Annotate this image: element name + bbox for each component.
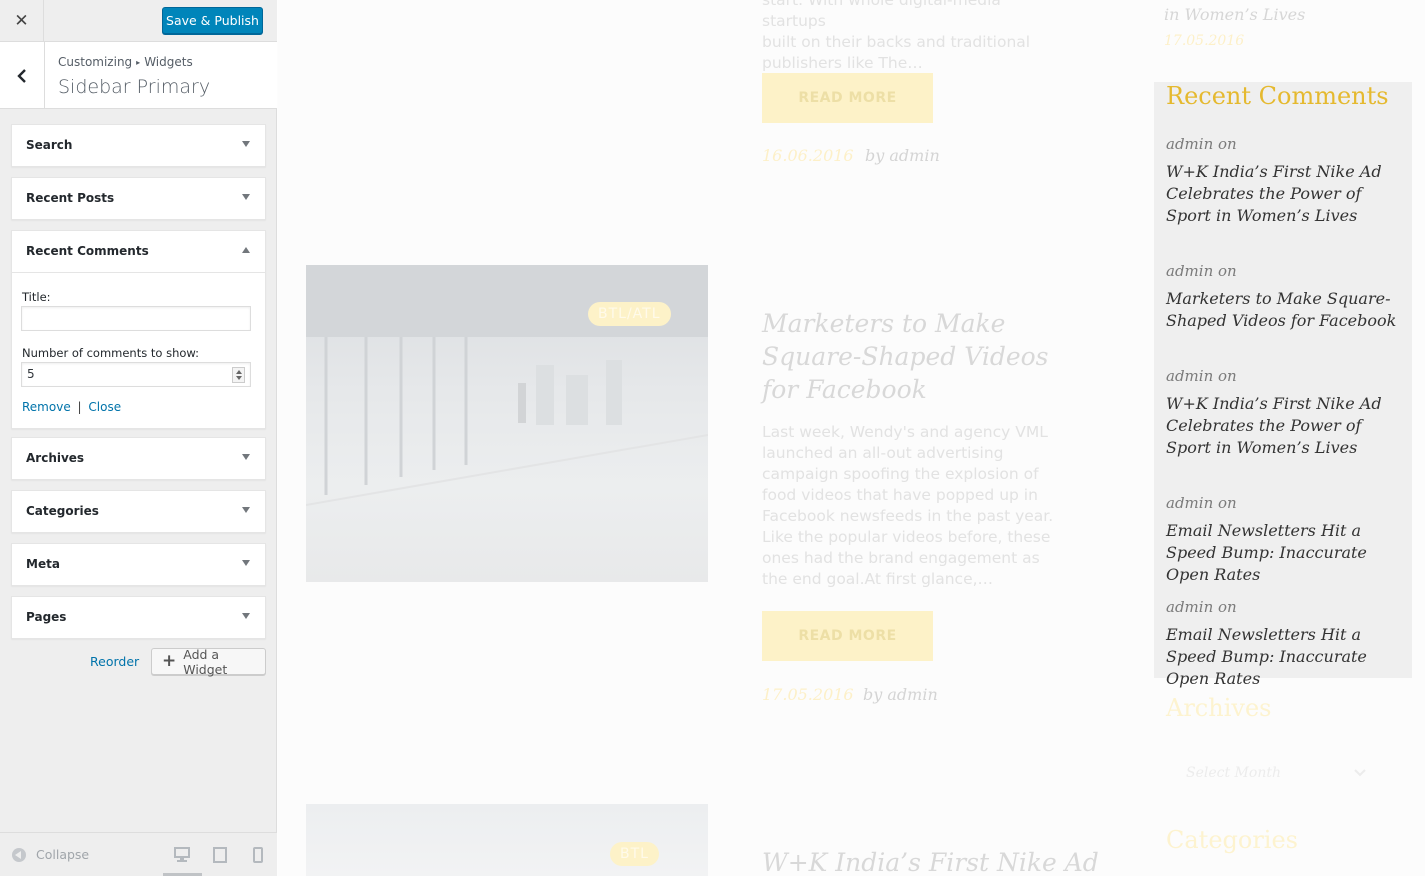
customizer-footer: Collapse (0, 832, 277, 876)
section-header: Customizing ▸ Widgets Sidebar Primary (0, 42, 277, 109)
widget-title: Search (26, 138, 73, 152)
excerpt-line: start. With whole digital-media startups (762, 0, 1001, 30)
sidebar-post-link[interactable]: in Women’s Lives (1164, 5, 1305, 24)
post1-excerpt: start. With whole digital-media startups… (762, 0, 1062, 74)
number-input[interactable]: 5 (21, 362, 251, 387)
breadcrumb-child: Widgets (144, 55, 193, 69)
collapse-arrow-icon (12, 847, 26, 862)
tablet-preview-icon[interactable] (213, 847, 227, 863)
comment-item: admin on Email Newsletters Hit a Speed B… (1166, 494, 1401, 586)
excerpt-line: built on their backs and traditional (762, 33, 1031, 51)
widget-meta[interactable]: Meta (11, 543, 266, 586)
comment-item: admin on W+K India’s First Nike Ad Celeb… (1166, 135, 1401, 227)
comment-meta: admin on (1166, 262, 1237, 280)
widget-recent-comments[interactable]: Recent Comments Title: Number of comment… (11, 230, 266, 429)
comment-item: admin on Email Newsletters Hit a Speed B… (1166, 598, 1401, 690)
close-link[interactable]: Close (88, 400, 121, 414)
breadcrumb: Customizing ▸ Widgets (58, 55, 193, 69)
read-more-button[interactable]: READ MORE (762, 73, 933, 123)
categories-title: Categories (1166, 826, 1298, 854)
comment-post-link[interactable]: Marketers to Make Square-Shaped Videos f… (1166, 288, 1401, 332)
plus-icon: + (162, 651, 177, 671)
widget-search[interactable]: Search (11, 124, 266, 167)
add-widget-button[interactable]: + Add a Widget (151, 646, 266, 677)
chevron-down-icon[interactable] (242, 141, 250, 147)
breadcrumb-root: Customizing (58, 55, 133, 69)
chevron-down-icon[interactable] (242, 507, 250, 513)
widget-title: Recent Comments (26, 244, 149, 258)
comment-meta: admin on (1166, 135, 1237, 153)
desktop-preview-icon[interactable] (174, 847, 190, 862)
comment-post-link[interactable]: Email Newsletters Hit a Speed Bump: Inac… (1166, 624, 1401, 690)
breadcrumb-separator-icon: ▸ (136, 58, 141, 67)
post-thumbnail[interactable]: BTL/ATL (306, 265, 708, 582)
widget-title: Pages (26, 610, 67, 624)
comment-post-link[interactable]: Email Newsletters Hit a Speed Bump: Inac… (1166, 520, 1401, 586)
action-separator: | (77, 400, 82, 414)
recent-comments-title: Recent Comments (1166, 82, 1389, 110)
number-value: 5 (27, 367, 35, 381)
chevron-left-icon (17, 68, 26, 83)
widget-form: Title: Number of comments to show: 5 Rem… (12, 272, 265, 428)
add-widget-label: Add a Widget (183, 646, 228, 677)
widget-recent-posts[interactable]: Recent Posts (11, 177, 266, 220)
mobile-preview-icon[interactable] (253, 847, 263, 863)
site-preview: start. With whole digital-media startups… (278, 0, 1425, 876)
section-title: Sidebar Primary (58, 76, 211, 98)
comment-post-link[interactable]: W+K India’s First Nike Ad Celebrates the… (1166, 393, 1401, 459)
close-customizer-button[interactable]: ✕ (0, 0, 44, 42)
chevron-down-icon[interactable] (242, 454, 250, 460)
customizer-panel: ✕ Save & Publish Customizing ▸ Widgets Sid… (0, 0, 277, 876)
chevron-up-icon[interactable] (242, 247, 250, 253)
post2-excerpt: Last week, Wendy's and agency VML launch… (762, 423, 1054, 588)
widget-archives[interactable]: Archives (11, 437, 266, 480)
widget-title: Categories (26, 504, 99, 518)
archives-title: Archives (1166, 694, 1272, 722)
collapse-button[interactable]: Collapse (12, 847, 89, 862)
customizer-header: ✕ Save & Publish (0, 0, 277, 42)
post-author[interactable]: by admin (865, 146, 940, 165)
back-button[interactable] (0, 42, 45, 109)
widget-title: Meta (26, 557, 60, 571)
comment-post-link[interactable]: W+K India’s First Nike Ad Celebrates the… (1166, 161, 1401, 227)
widget-title: Recent Posts (26, 191, 115, 205)
post-thumbnail[interactable]: BTL (306, 804, 708, 876)
post-title[interactable]: W+K India’s First Nike Ad (762, 846, 1162, 876)
post-date: 17.05.2016 (762, 685, 854, 704)
widget-pages[interactable]: Pages (11, 596, 266, 639)
comment-meta: admin on (1166, 494, 1237, 512)
recent-comments-widget: Recent Comments admin on W+K India’s Fir… (1154, 82, 1412, 688)
comment-item: admin on Marketers to Make Square-Shaped… (1166, 262, 1401, 332)
widget-categories[interactable]: Categories (11, 490, 266, 533)
post-title[interactable]: Marketers to Make Square-Shaped Videos f… (762, 307, 1072, 406)
archives-select-value: Select Month (1186, 765, 1281, 781)
post-author[interactable]: by admin (863, 685, 938, 704)
post-date: 16.06.2016 (762, 146, 854, 165)
chevron-down-icon (1354, 769, 1366, 777)
archives-select[interactable]: Select Month (1166, 755, 1376, 795)
title-label: Title: (22, 290, 51, 304)
chevron-down-icon[interactable] (242, 560, 250, 566)
widget-title: Archives (26, 451, 85, 465)
save-publish-button[interactable]: Save & Publish (162, 7, 263, 34)
category-badge[interactable]: BTL (610, 842, 659, 866)
chevron-down-icon[interactable] (242, 194, 250, 200)
remove-link[interactable]: Remove (22, 400, 71, 414)
reorder-link[interactable]: Reorder (90, 654, 139, 669)
read-more-button[interactable]: READ MORE (762, 611, 933, 661)
number-spinner[interactable] (232, 367, 245, 383)
close-icon: ✕ (14, 11, 29, 31)
sidebar-post-date: 17.05.2016 (1164, 33, 1245, 49)
chevron-down-icon[interactable] (242, 613, 250, 619)
widget-actions: Remove | Close (22, 400, 121, 414)
comment-item: admin on W+K India’s First Nike Ad Celeb… (1166, 367, 1401, 459)
title-input[interactable] (21, 306, 251, 331)
excerpt-line: publishers like The… (762, 54, 923, 72)
category-badge[interactable]: BTL/ATL (588, 302, 671, 326)
collapse-label: Collapse (36, 847, 90, 862)
comment-meta: admin on (1166, 367, 1237, 385)
number-label: Number of comments to show: (22, 346, 200, 360)
comment-meta: admin on (1166, 598, 1237, 616)
